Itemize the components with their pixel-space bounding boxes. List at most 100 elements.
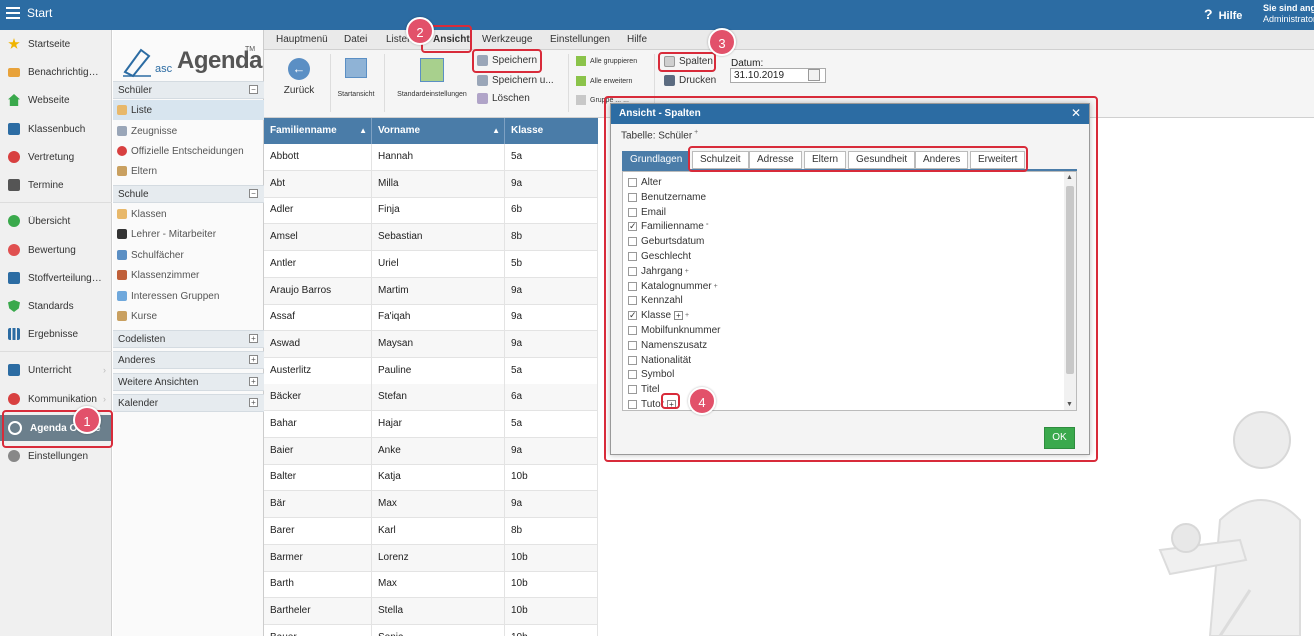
col-familienname[interactable]: Familienname ▲ [264,118,372,144]
table-row[interactable]: Amsel Sebastian 8b [264,224,598,252]
check-circle-icon [8,215,20,227]
section-navigation: asc Agenda TM Schüler − Liste Zeugnisse O… [113,30,264,636]
standardeinstellungen-button[interactable]: Standardeinstellungen [392,58,472,98]
nav-kommunikation[interactable]: Kommunikation › [0,387,112,411]
nav-benachrichtigungen[interactable]: Benachrichtigungen [0,60,112,84]
table-row[interactable]: Bahar Hajar 5a [264,411,598,438]
nav-bewertung[interactable]: Bewertung [0,238,112,262]
help-link[interactable]: ? Hilfe [1204,6,1242,22]
nav-standards[interactable]: Standards [0,294,112,318]
tab-hauptmenue[interactable]: Hauptmenü [276,34,328,45]
table-cell: Hannah [372,144,505,170]
sub-item-offizielle-entscheidungen[interactable]: Offizielle Entscheidungen [113,141,264,161]
expand-icon[interactable]: + [249,334,258,343]
table-row[interactable]: Barth Max 10b [264,571,598,599]
sub-item-klassen[interactable]: Klassen [113,204,264,224]
sub-item-klassenzimmer[interactable]: Klassenzimmer [113,265,264,285]
tab-datei[interactable]: Datei [344,34,367,45]
nav-webseite[interactable]: Webseite [0,88,112,112]
lesson-icon [8,364,20,376]
nav-startseite[interactable]: Startseite [0,32,112,56]
nav-unterricht[interactable]: Unterricht › [0,358,112,382]
nav-stoffverteilungsplan[interactable]: Stoffverteilungsplan [0,266,112,290]
table-row[interactable]: Abt Milla 9a [264,170,598,198]
table-cell: Aswad [264,330,372,357]
section-schule[interactable]: Schule − [113,185,264,203]
table-cell: Barmer [264,544,372,571]
section-anderes[interactable]: Anderes + [113,351,264,369]
nav-ergebnisse[interactable]: Ergebnisse [0,322,112,346]
sub-item-eltern[interactable]: Eltern [113,161,264,181]
startansicht-button[interactable]: Startansicht [336,58,376,98]
nav-uebersicht[interactable]: Übersicht [0,209,112,233]
table-row[interactable]: Antler Uriel 5b [264,250,598,278]
table-cell: Stella [372,597,505,624]
table-row[interactable]: Barmer Lorenz 10b [264,544,598,572]
bar-chart-icon [8,328,20,340]
table-cell: Balter [264,464,372,491]
table-row[interactable]: Abbott Hannah 5a [264,144,598,171]
expand-icon[interactable]: + [249,355,258,364]
table-header: Familienname ▲ Vorname ▲ Klasse [264,118,598,144]
menu-icon[interactable] [6,7,20,19]
table-row[interactable]: Bär Max 9a [264,491,598,519]
col-klasse[interactable]: Klasse [505,118,598,144]
sub-item-lehrer[interactable]: Lehrer - Mitarbeiter [113,224,264,244]
sub-item-interessen-gruppen[interactable]: Interessen Gruppen [113,286,264,306]
groups-icon [117,291,127,301]
tab-einstellungen[interactable]: Einstellungen [550,34,610,45]
table-cell: Bartheler [264,597,372,624]
sub-item-zeugnisse[interactable]: Zeugnisse [113,121,264,141]
table-cell: Baier [264,437,372,464]
table-cell: Martim [372,277,505,304]
table-row[interactable]: Balter Katja 10b [264,464,598,492]
nav-vertretung[interactable]: Vertretung [0,145,112,169]
sub-item-kurse[interactable]: Kurse [113,306,264,326]
sub-item-liste[interactable]: Liste [113,100,264,120]
table-cell: 6a [505,384,598,411]
table-row[interactable]: Austerlitz Pauline 5a [264,357,598,385]
table-cell: 10b [505,597,598,624]
substitute-icon [8,151,20,163]
sort-asc-icon: ▲ [492,126,500,135]
calendar-picker-icon[interactable] [808,69,820,81]
loeschen-button[interactable]: Löschen [477,93,530,104]
section-kalender[interactable]: Kalender + [113,394,264,412]
speichern-unter-button[interactable]: Speichern u... [477,75,554,86]
printer-icon [664,75,675,86]
drucken-button[interactable]: Drucken [664,75,716,86]
tab-werkzeuge[interactable]: Werkzeuge [482,34,532,45]
table-row[interactable]: Baier Anke 9a [264,437,598,465]
gear-icon [8,450,20,462]
table-row[interactable]: Araujo Barros Martim 9a [264,277,598,305]
collapse-icon[interactable]: − [249,85,258,94]
section-schueler[interactable]: Schüler − [113,81,264,99]
table-cell: Adler [264,197,372,224]
zurueck-button[interactable]: ← Zurück [278,58,320,96]
alle-gruppieren-button[interactable]: Alle gruppieren [576,56,637,66]
table-cell: Stefan [372,384,505,411]
alle-erweitern-button[interactable]: Alle erweitern [576,76,632,86]
sub-item-schulfaecher[interactable]: Schulfächer [113,245,264,265]
callout-box-spalten [658,52,716,72]
table-cell: 6b [505,197,598,224]
table-row[interactable]: Aswad Maysan 9a [264,330,598,358]
table-cell: 9a [505,437,598,464]
expand-icon[interactable]: + [249,398,258,407]
table-row[interactable]: Assaf Fa'iqah 9a [264,304,598,332]
section-codelisten[interactable]: Codelisten + [113,330,264,348]
col-vorname[interactable]: Vorname ▲ [372,118,505,144]
table-row[interactable]: Adler Finja 6b [264,197,598,225]
nav-klassenbuch[interactable]: Klassenbuch [0,117,112,141]
table-row[interactable]: Bäcker Stefan 6a [264,384,598,412]
nav-termine[interactable]: Termine [0,173,112,197]
group-icon [576,56,586,66]
section-weitere-ansichten[interactable]: Weitere Ansichten + [113,373,264,391]
table-row[interactable]: BauerSonja10b [264,624,598,636]
tab-hilfe[interactable]: Hilfe [627,34,647,45]
table-row[interactable]: Barer Karl 8b [264,517,598,545]
expand-icon[interactable]: + [249,377,258,386]
table-row[interactable]: Bartheler Stella 10b [264,597,598,625]
user-info[interactable]: Sie sind angemeldet Administrator [1263,3,1314,25]
collapse-icon[interactable]: − [249,189,258,198]
